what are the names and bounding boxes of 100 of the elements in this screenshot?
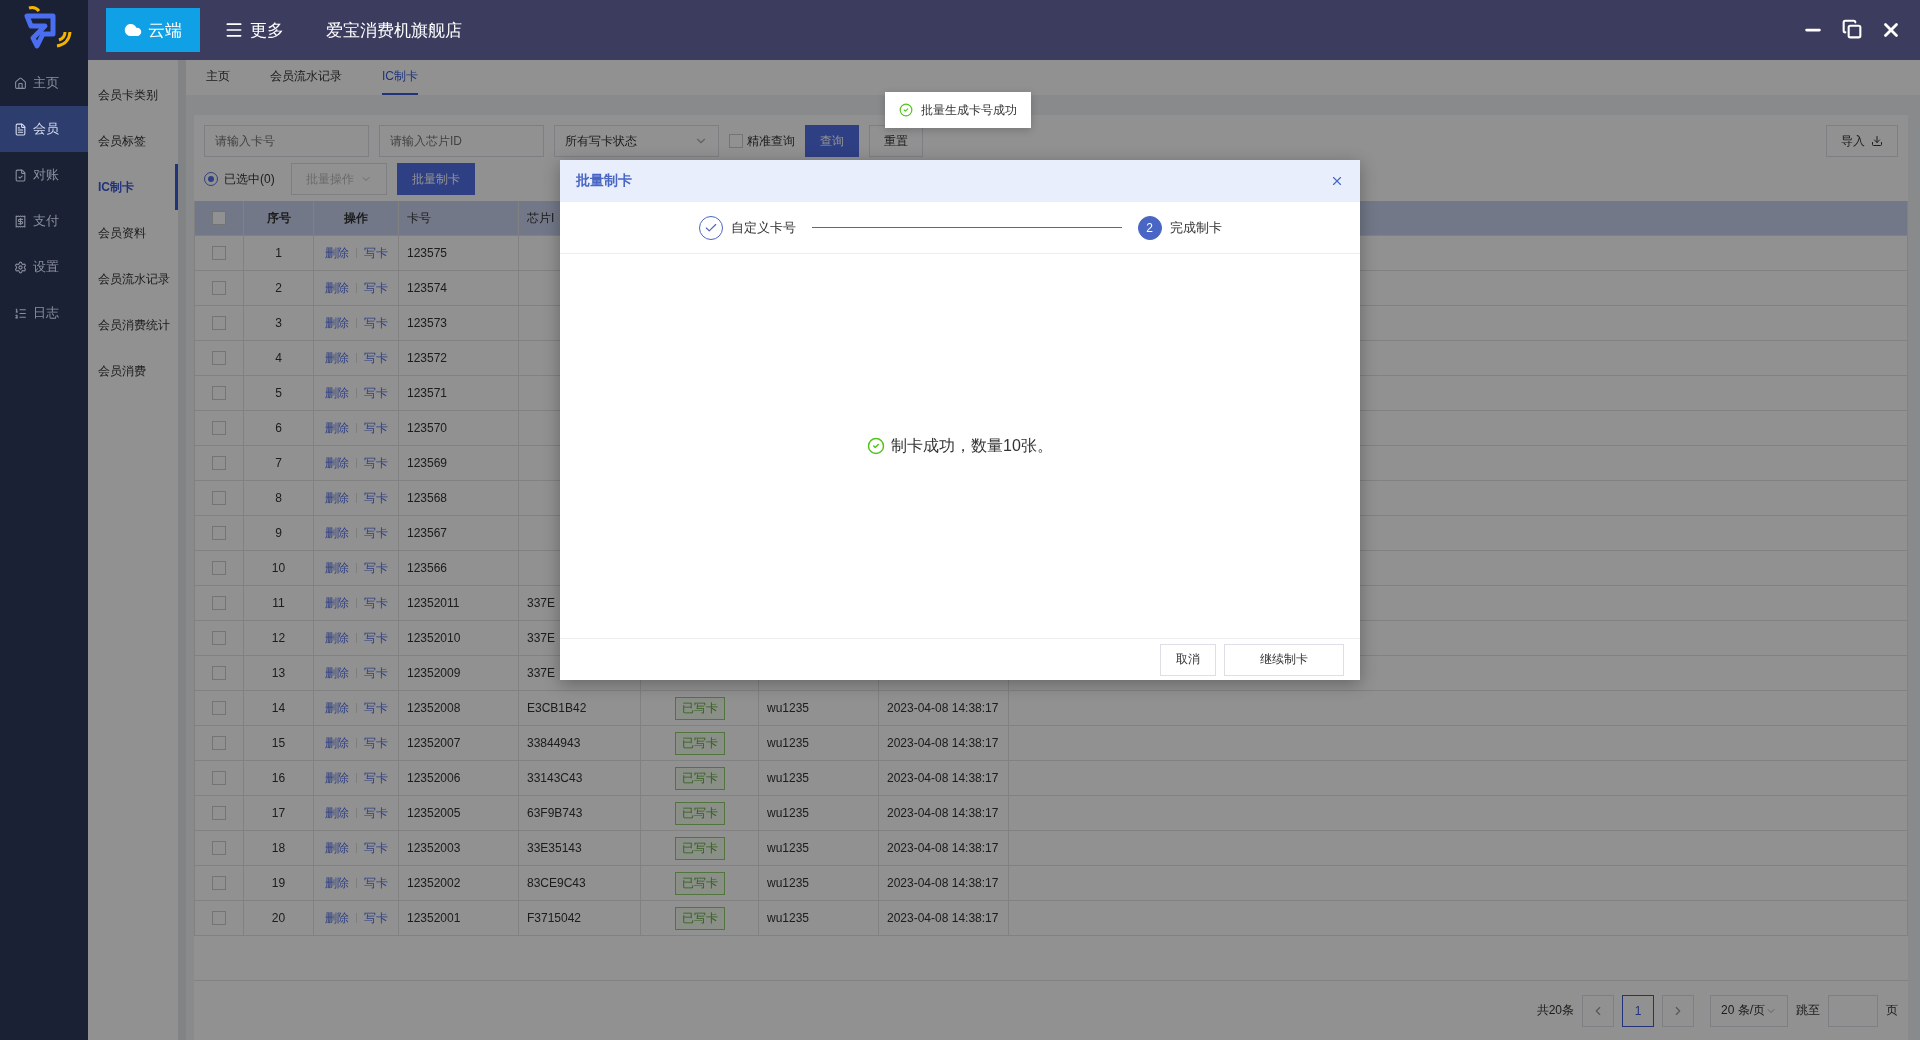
nav-item[interactable]: 对账 — [0, 152, 88, 198]
subnav-item[interactable]: IC制卡 — [88, 164, 178, 210]
card-number: 123570 — [407, 421, 448, 435]
row-number: 9 — [275, 526, 282, 540]
write-card-link[interactable]: 写卡 — [363, 769, 388, 787]
card-number: 12352002 — [407, 876, 461, 890]
write-card-link[interactable]: 写卡 — [363, 349, 388, 367]
nav-item[interactable]: 设置 — [0, 244, 88, 290]
write-card-link[interactable]: 写卡 — [363, 874, 388, 892]
write-card-link[interactable]: 写卡 — [363, 244, 388, 262]
delete-link[interactable]: 删除 — [324, 699, 349, 717]
page-size-select[interactable]: 20 条/页 — [1710, 994, 1788, 1027]
write-card-link[interactable]: 写卡 — [363, 419, 388, 437]
goto-label: 跳至 — [1796, 1002, 1820, 1019]
card-number: 12352006 — [407, 771, 461, 785]
status-tag: 已写卡 — [674, 871, 725, 895]
delete-link[interactable]: 删除 — [324, 419, 349, 437]
card-number: 123571 — [407, 386, 448, 400]
status-select[interactable]: 所有写卡状态 — [554, 125, 719, 157]
nav-item[interactable]: 支付 — [0, 198, 88, 244]
delete-link[interactable]: 删除 — [324, 279, 349, 297]
write-card-link[interactable]: 写卡 — [363, 699, 388, 717]
row-number: 6 — [275, 421, 282, 435]
cloud-button[interactable]: 云端 — [106, 8, 200, 52]
reset-button[interactable]: 重置 — [869, 125, 923, 157]
subnav-item[interactable]: 会员消费统计 — [88, 302, 178, 348]
write-card-link[interactable]: 写卡 — [363, 279, 388, 297]
exact-match-checkbox[interactable]: 精准查询 — [729, 132, 795, 150]
delete-link[interactable]: 删除 — [324, 769, 349, 787]
card-number: 123573 — [407, 316, 448, 330]
delete-link[interactable]: 删除 — [324, 804, 349, 822]
delete-link[interactable]: 删除 — [324, 664, 349, 682]
status-tag: 已写卡 — [674, 766, 725, 790]
step-number: 2 — [1137, 215, 1162, 240]
write-card-link[interactable]: 写卡 — [363, 454, 388, 472]
delete-link[interactable]: 删除 — [324, 594, 349, 612]
card-number: 123574 — [407, 281, 448, 295]
subnav-item[interactable]: 会员消费 — [88, 348, 178, 394]
tab[interactable]: 主页 — [206, 60, 230, 95]
total-count: 共20条 — [1536, 1002, 1574, 1019]
delete-link[interactable]: 删除 — [324, 314, 349, 332]
step-label: 自定义卡号 — [730, 218, 796, 237]
card-number-field[interactable]: 请输入卡号 — [204, 125, 369, 157]
nav-item[interactable]: 主页 — [0, 60, 88, 106]
card-number: 12352010 — [407, 631, 461, 645]
card-number: 123572 — [407, 351, 448, 365]
delete-link[interactable]: 删除 — [324, 454, 349, 472]
write-card-link[interactable]: 写卡 — [363, 909, 388, 927]
delete-link[interactable]: 删除 — [324, 874, 349, 892]
write-card-link[interactable]: 写卡 — [363, 594, 388, 612]
tab[interactable]: 会员流水记录 — [270, 60, 342, 95]
delete-link[interactable]: 删除 — [324, 909, 349, 927]
delete-link[interactable]: 删除 — [324, 384, 349, 402]
batch-card-button[interactable]: 批量制卡 — [396, 163, 475, 195]
card-number: 12352009 — [407, 666, 461, 680]
write-card-link[interactable]: 写卡 — [363, 734, 388, 752]
write-card-link[interactable]: 写卡 — [363, 839, 388, 857]
write-card-link[interactable]: 写卡 — [363, 629, 388, 647]
column-header: 卡号 — [407, 209, 431, 227]
delete-link[interactable]: 删除 — [324, 559, 349, 577]
row-number: 17 — [271, 806, 286, 820]
write-card-link[interactable]: 写卡 — [363, 489, 388, 507]
chip-id-field[interactable]: 请输入芯片ID — [379, 125, 544, 157]
row-number: 7 — [275, 456, 282, 470]
write-card-link[interactable]: 写卡 — [363, 524, 388, 542]
import-button[interactable]: 导入 — [1826, 125, 1898, 157]
nav-item[interactable]: 会员 — [0, 106, 88, 152]
write-card-link[interactable]: 写卡 — [363, 804, 388, 822]
subnav-item[interactable]: 会员资料 — [88, 210, 178, 256]
page-button[interactable]: 1 — [1622, 994, 1654, 1027]
subnav-item[interactable]: 会员卡类别 — [88, 72, 178, 118]
subnav-item[interactable]: 会员流水记录 — [88, 256, 178, 302]
status-tag: 已写卡 — [674, 731, 725, 755]
delete-link[interactable]: 删除 — [324, 524, 349, 542]
selected-count-radio[interactable]: 已选中(0) — [204, 170, 275, 188]
delete-link[interactable]: 删除 — [324, 349, 349, 367]
card-number: 12352001 — [407, 911, 461, 925]
more-menu-button[interactable]: 更多 — [218, 17, 290, 43]
delete-link[interactable]: 删除 — [324, 244, 349, 262]
cancel-button[interactable]: 取消 — [1160, 643, 1216, 676]
row-number: 15 — [271, 736, 286, 750]
row-number: 5 — [275, 386, 282, 400]
query-button[interactable]: 查询 — [805, 125, 859, 157]
write-card-link[interactable]: 写卡 — [363, 559, 388, 577]
card-number: 123566 — [407, 561, 448, 575]
continue-button[interactable]: 继续制卡 — [1224, 643, 1344, 676]
step-label: 完成制卡 — [1169, 218, 1222, 237]
row-number: 16 — [271, 771, 286, 785]
write-card-link[interactable]: 写卡 — [363, 384, 388, 402]
nav-item[interactable]: 日志 — [0, 290, 88, 336]
delete-link[interactable]: 删除 — [324, 629, 349, 647]
write-card-link[interactable]: 写卡 — [363, 664, 388, 682]
row-number: 4 — [275, 351, 282, 365]
delete-link[interactable]: 删除 — [324, 489, 349, 507]
row-number: 14 — [271, 701, 286, 715]
delete-link[interactable]: 删除 — [324, 734, 349, 752]
tab[interactable]: IC制卡 — [382, 60, 418, 95]
write-card-link[interactable]: 写卡 — [363, 314, 388, 332]
delete-link[interactable]: 删除 — [324, 839, 349, 857]
subnav-item[interactable]: 会员标签 — [88, 118, 178, 164]
